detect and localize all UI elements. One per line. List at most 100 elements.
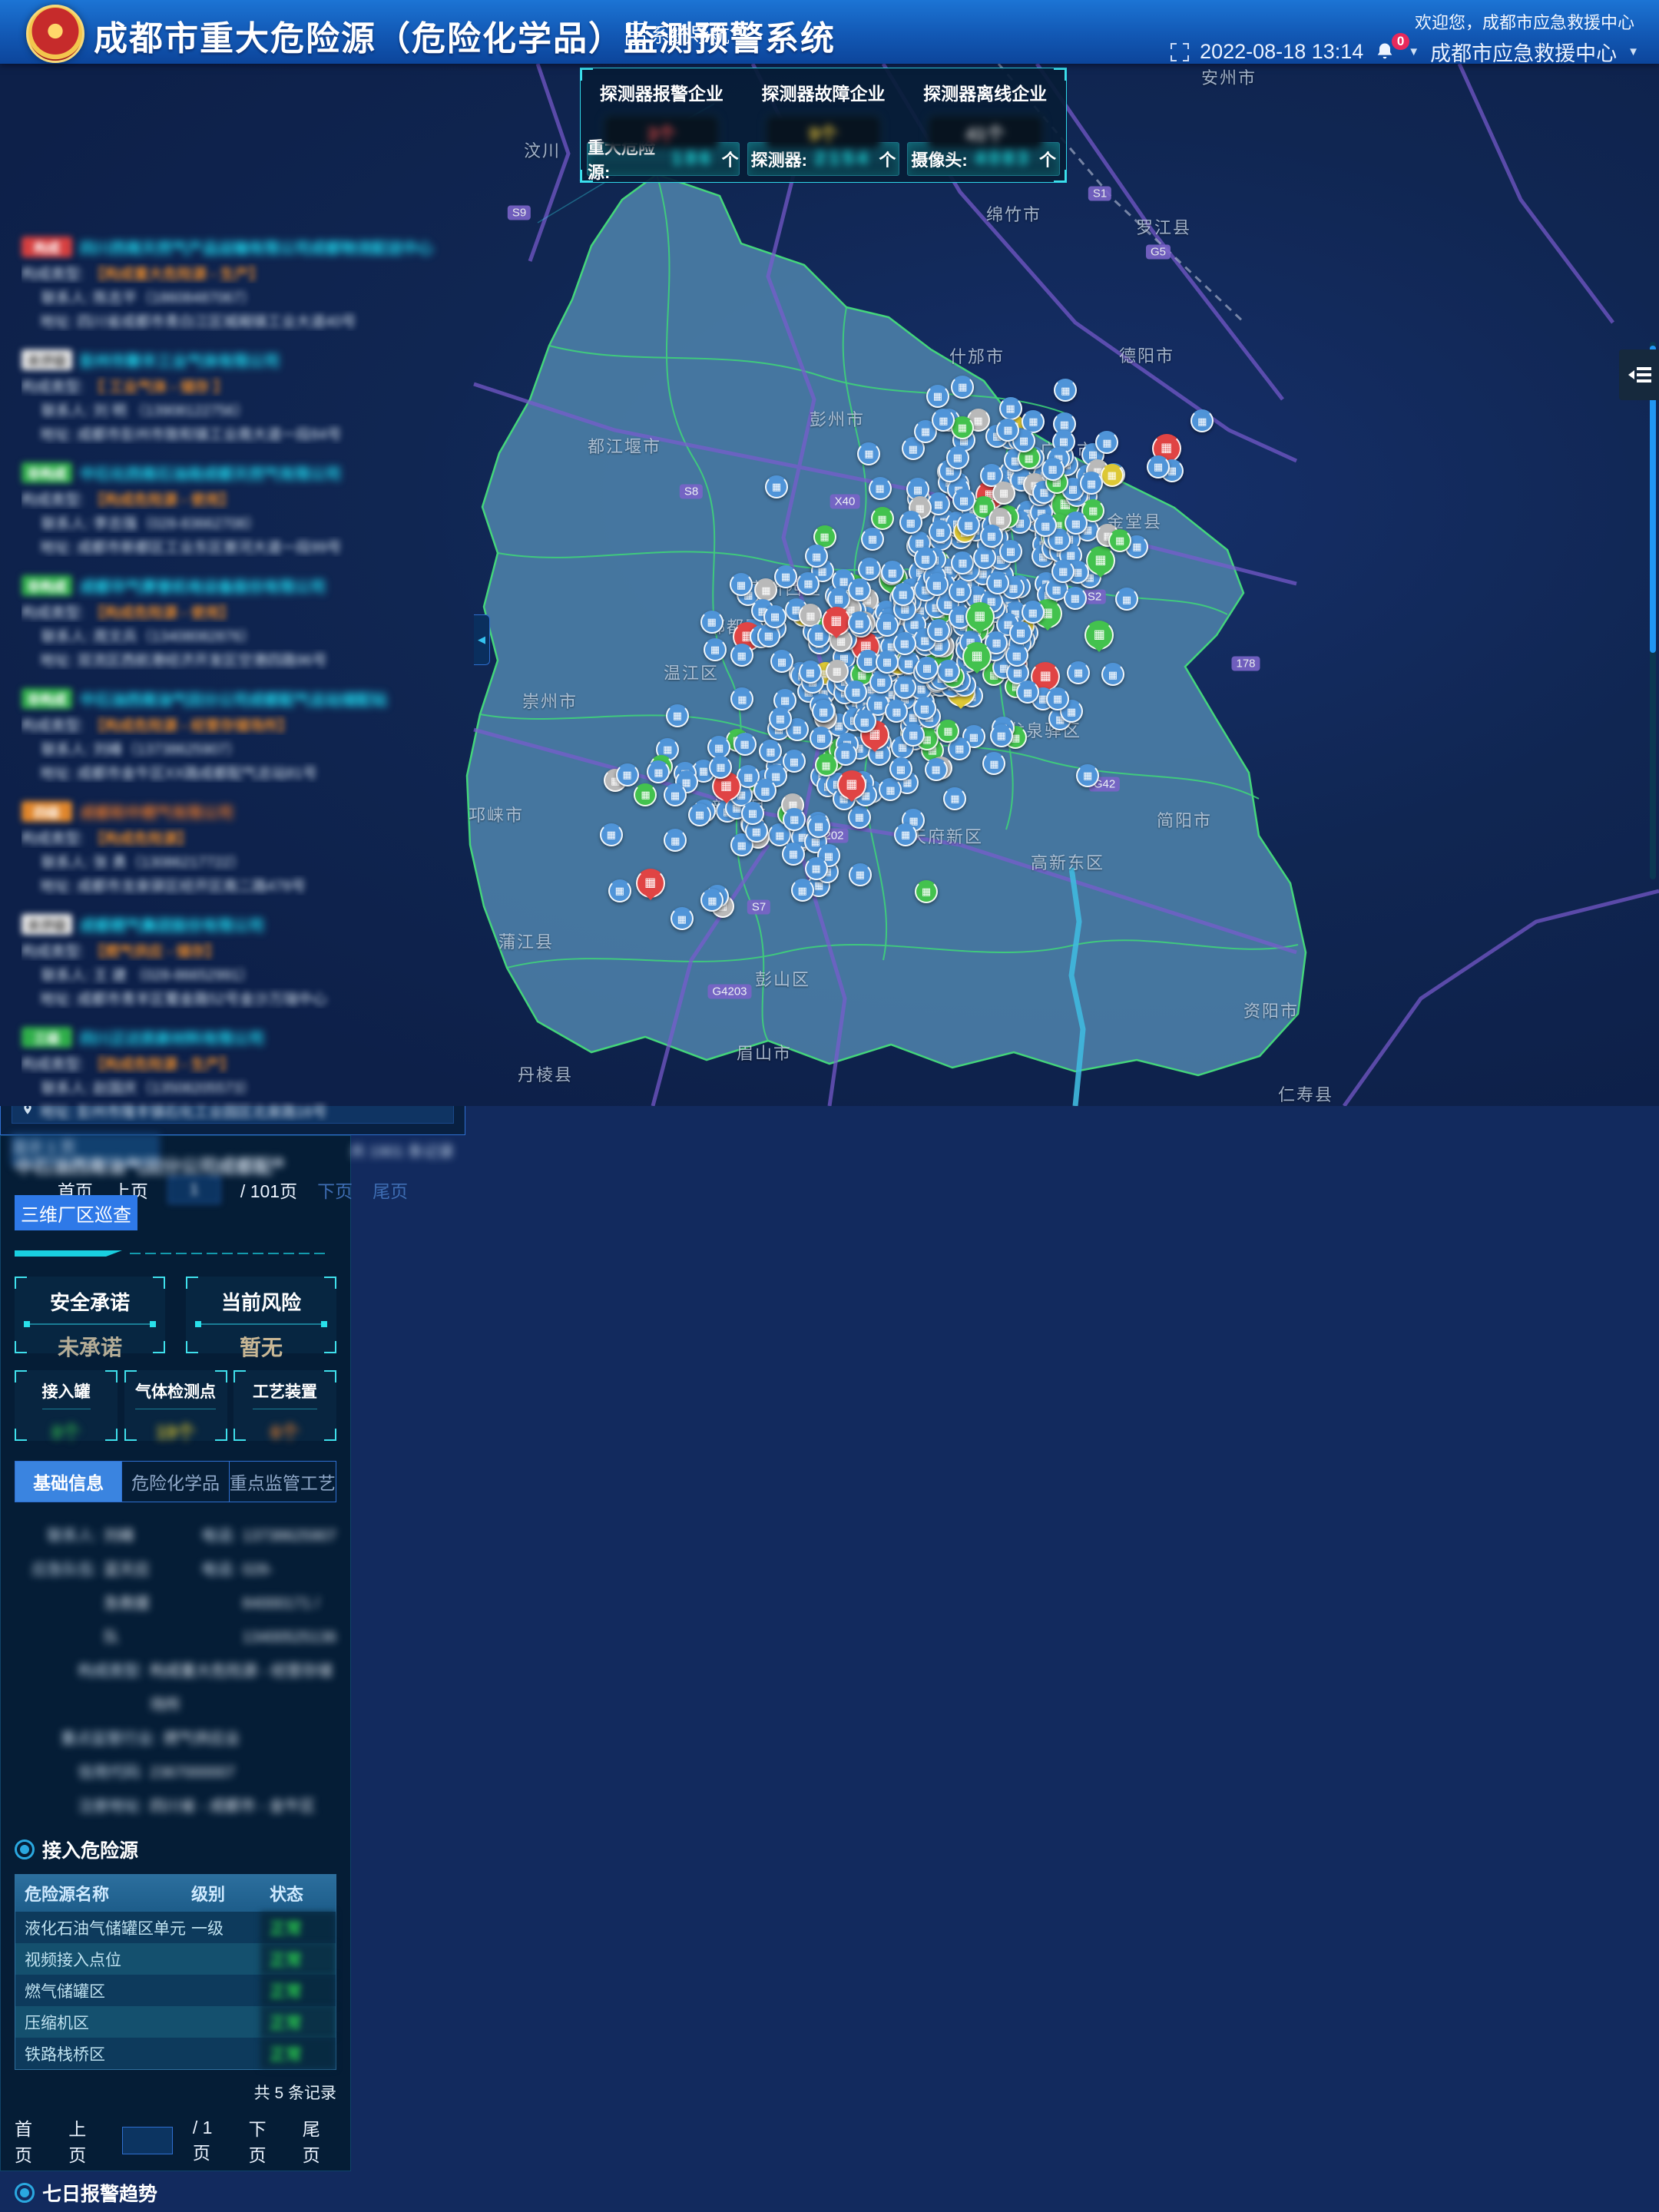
- table-row[interactable]: 燃气储罐区正常: [15, 1975, 336, 2006]
- tab-重点监管工艺[interactable]: 重点监管工艺: [230, 1462, 336, 1502]
- table-row[interactable]: 压缩机区正常: [15, 2006, 336, 2038]
- map-marker[interactable]: ▦: [1190, 409, 1214, 432]
- 3d-plant-patrol-button[interactable]: 三维厂区巡查: [15, 1195, 137, 1230]
- map-marker[interactable]: ▦: [1086, 546, 1115, 575]
- map-marker[interactable]: ▦: [769, 707, 792, 730]
- map-marker[interactable]: ▦: [892, 583, 915, 606]
- map-marker[interactable]: ▦: [791, 879, 814, 902]
- chevron-down-icon[interactable]: ▼: [1408, 45, 1419, 58]
- map-marker[interactable]: ▦: [986, 571, 1009, 594]
- map-marker[interactable]: ▦: [783, 808, 806, 831]
- sidebar-collapse-toggle[interactable]: ◀: [474, 614, 490, 665]
- map-marker[interactable]: ▦: [796, 572, 820, 595]
- map-marker[interactable]: ▦: [837, 770, 866, 800]
- pagination-next[interactable]: 下页: [317, 1177, 353, 1203]
- map-marker[interactable]: ▦: [990, 724, 1013, 747]
- table-row[interactable]: 视频接入点位正常: [15, 1943, 336, 1975]
- map-marker[interactable]: ▦: [664, 783, 687, 806]
- map-marker[interactable]: ▦: [889, 757, 912, 780]
- map-marker[interactable]: ▦: [915, 880, 938, 903]
- map-marker[interactable]: ▦: [600, 823, 623, 846]
- map-marker[interactable]: ▦: [926, 385, 949, 408]
- map-marker[interactable]: ▦: [876, 614, 899, 637]
- pagination-page-input[interactable]: 1: [168, 1176, 220, 1204]
- map-marker[interactable]: ▦: [937, 660, 960, 683]
- map-marker[interactable]: ▦: [949, 580, 972, 603]
- map-marker[interactable]: ▦: [1084, 621, 1114, 650]
- map-marker[interactable]: ▦: [666, 704, 689, 727]
- map-marker[interactable]: ▦: [634, 783, 657, 806]
- map-marker[interactable]: ▦: [881, 561, 904, 584]
- map-marker[interactable]: ▦: [664, 829, 687, 852]
- map-marker[interactable]: ▦: [754, 578, 777, 601]
- table-row[interactable]: 液化石油气储罐区单元一级正常: [15, 1912, 336, 1943]
- notification-bell[interactable]: 0: [1374, 41, 1397, 64]
- map-marker[interactable]: ▦: [822, 607, 851, 636]
- map-marker[interactable]: ▦: [799, 661, 822, 684]
- map-marker[interactable]: ▦: [943, 787, 966, 810]
- table-row[interactable]: 铁路栈桥区正常: [15, 2038, 336, 2069]
- map-marker[interactable]: ▦: [893, 632, 916, 655]
- map-marker[interactable]: ▦: [951, 376, 974, 399]
- map-marker[interactable]: ▦: [869, 477, 892, 500]
- map-marker[interactable]: ▦: [774, 565, 797, 588]
- map-marker[interactable]: ▦: [1046, 687, 1069, 710]
- map-marker[interactable]: ▦: [1034, 514, 1057, 537]
- map-marker[interactable]: ▦: [782, 843, 805, 866]
- map-marker[interactable]: ▦: [1147, 455, 1170, 478]
- map-marker[interactable]: ▦: [894, 823, 917, 846]
- map-marker[interactable]: ▦: [765, 475, 788, 498]
- pagination-last[interactable]: 尾页: [303, 2114, 336, 2167]
- map-marker[interactable]: ▦: [733, 733, 757, 756]
- map-marker[interactable]: ▦: [741, 802, 764, 825]
- map-marker[interactable]: ▦: [608, 879, 631, 902]
- map-marker[interactable]: ▦: [807, 815, 830, 838]
- map-marker[interactable]: ▦: [1067, 661, 1090, 684]
- map-marker[interactable]: ▦: [700, 611, 724, 634]
- map-marker[interactable]: ▦: [853, 710, 876, 733]
- map-marker[interactable]: ▦: [999, 397, 1022, 420]
- map-marker[interactable]: ▦: [700, 889, 724, 912]
- map-marker[interactable]: ▦: [861, 528, 884, 551]
- map-marker[interactable]: ▦: [885, 700, 908, 723]
- map-marker[interactable]: ▦: [946, 446, 969, 469]
- map-marker[interactable]: ▦: [848, 806, 871, 829]
- map-marker[interactable]: ▦: [709, 756, 732, 779]
- map-marker[interactable]: ▦: [810, 727, 833, 750]
- map-marker[interactable]: ▦: [1041, 458, 1065, 481]
- map-marker[interactable]: ▦: [759, 740, 782, 763]
- map-marker[interactable]: ▦: [913, 697, 936, 720]
- map-marker[interactable]: ▦: [952, 488, 975, 512]
- map-marker[interactable]: ▦: [1108, 529, 1131, 552]
- map-marker[interactable]: ▦: [982, 752, 1005, 775]
- map-marker[interactable]: ▦: [1115, 588, 1138, 611]
- map-marker[interactable]: ▦: [1005, 644, 1028, 667]
- map-marker[interactable]: ▦: [1101, 464, 1124, 487]
- map-marker[interactable]: ▦: [844, 680, 867, 704]
- map-marker[interactable]: ▦: [999, 540, 1022, 563]
- map-marker[interactable]: ▦: [1080, 472, 1103, 495]
- map-marker[interactable]: ▦: [916, 657, 939, 680]
- map-marker[interactable]: ▦: [805, 545, 828, 568]
- map-marker[interactable]: ▦: [1054, 379, 1077, 402]
- tab-危险化学品[interactable]: 危险化学品: [122, 1462, 229, 1502]
- map-marker[interactable]: ▦: [730, 687, 753, 710]
- map-marker[interactable]: ▦: [688, 803, 711, 826]
- pagination-prev[interactable]: 上页: [68, 2114, 102, 2167]
- map-marker[interactable]: ▦: [783, 750, 806, 773]
- map-marker[interactable]: ▦: [1095, 431, 1118, 454]
- map-marker[interactable]: ▦: [849, 863, 872, 886]
- map-marker[interactable]: ▦: [926, 573, 949, 596]
- map-marker[interactable]: ▦: [753, 779, 777, 802]
- map-marker[interactable]: ▦: [1076, 764, 1099, 787]
- map-marker[interactable]: ▦: [973, 546, 996, 569]
- map-marker[interactable]: ▦: [899, 511, 922, 534]
- map-marker[interactable]: ▦: [763, 605, 786, 628]
- map-marker[interactable]: ▦: [957, 513, 980, 536]
- map-marker[interactable]: ▦: [932, 409, 955, 432]
- map-marker[interactable]: ▦: [636, 869, 665, 898]
- map-marker[interactable]: ▦: [965, 602, 995, 631]
- map-marker[interactable]: ▦: [1101, 663, 1124, 686]
- pagination-next[interactable]: 下页: [249, 2114, 283, 2167]
- map-marker[interactable]: ▦: [848, 578, 871, 601]
